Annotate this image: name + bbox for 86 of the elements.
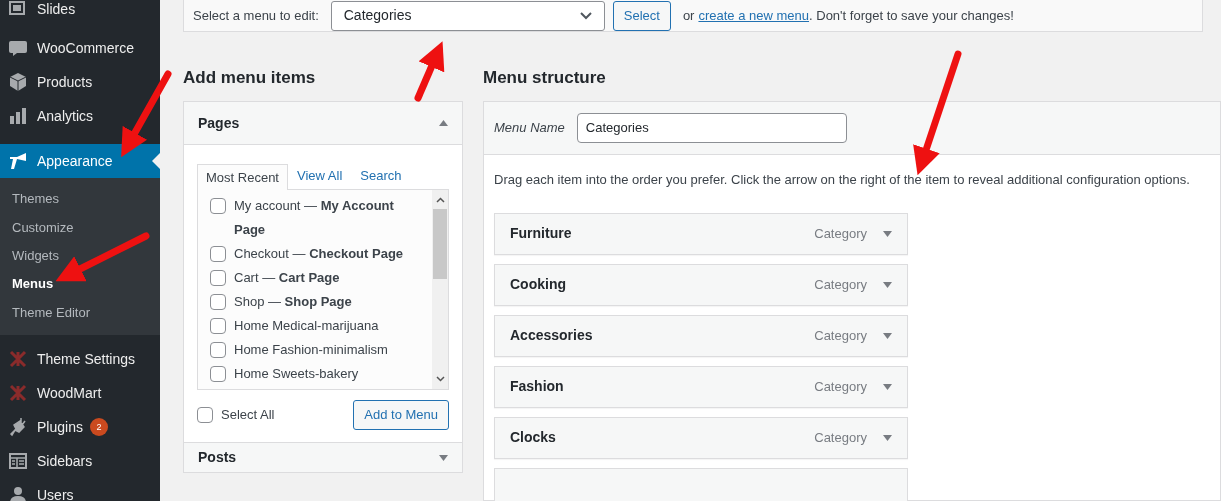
create-menu-link[interactable]: create a new menu xyxy=(698,5,810,26)
page-label: Home Medical-marijuana xyxy=(234,317,379,335)
page-label: Home Sweets-bakery xyxy=(234,365,359,383)
panel-title: Posts xyxy=(198,448,237,467)
page-label: Home Fashion-minimalism xyxy=(234,341,388,359)
menu-item[interactable]: Furniture Category xyxy=(494,212,908,255)
menu-item-type: Category xyxy=(814,377,867,396)
chevron-down-icon xyxy=(579,11,592,20)
expand-arrow-icon[interactable] xyxy=(883,434,892,441)
menu-item-title: Cooking xyxy=(510,275,567,294)
layout-icon xyxy=(8,451,28,472)
scroll-down-icon[interactable] xyxy=(435,376,445,382)
page-label: Shop — Shop Page xyxy=(234,293,352,311)
checkbox[interactable] xyxy=(210,198,226,214)
scroll-thumb[interactable] xyxy=(433,209,447,279)
menu-item-type: Category xyxy=(814,428,867,447)
field-label: Menu Name xyxy=(494,119,565,138)
checkbox[interactable] xyxy=(197,407,213,423)
sidebar-item[interactable]: Theme Settings xyxy=(0,342,160,377)
collapse-icon[interactable] xyxy=(439,120,448,126)
menu-item[interactable]: Accessories Category xyxy=(494,314,908,357)
menu-item-title: Furniture xyxy=(510,224,573,243)
menu-item[interactable]: Fashion Category xyxy=(494,365,908,408)
submenu-item[interactable]: Themes xyxy=(0,185,160,214)
sidebar-item[interactable]: Users xyxy=(0,478,160,501)
sidebar-item[interactable]: Products xyxy=(0,65,160,99)
expand-arrow-icon[interactable] xyxy=(883,332,892,339)
submenu-item[interactable]: Menus xyxy=(0,269,160,299)
tab[interactable]: Most Recent xyxy=(197,164,288,190)
sidebar-item[interactable]: Slides xyxy=(0,0,160,26)
section-heading: Add menu items xyxy=(183,67,317,87)
menu-item-title: Accessories xyxy=(510,326,594,345)
add-to-menu-button[interactable]: Add to Menu xyxy=(353,400,449,430)
paintbrush-icon xyxy=(8,151,28,171)
bar-chart-icon xyxy=(8,106,28,126)
box-icon xyxy=(8,72,28,92)
section-heading: Menu structure xyxy=(483,67,607,87)
submenu-item[interactable]: Theme Editor xyxy=(0,298,160,327)
menu-item-title: Fashion xyxy=(510,377,565,396)
menu-item-type: Category xyxy=(814,275,867,294)
expand-arrow-icon[interactable] xyxy=(883,383,892,390)
speech-bubble-icon xyxy=(8,38,28,58)
user-icon xyxy=(8,485,28,501)
page-label: Checkout — Checkout Page xyxy=(234,245,404,263)
menu-name-field[interactable]: Categories xyxy=(576,113,847,143)
submenu-item[interactable]: Customize xyxy=(0,213,160,242)
panel-title: Pages xyxy=(198,113,240,133)
note-text: . Don't forget to save your changes! xyxy=(809,6,1014,25)
checkbox[interactable] xyxy=(210,318,226,334)
sidebar-item[interactable]: Sidebars xyxy=(0,444,160,479)
menu-item[interactable]: Cooking Category xyxy=(494,263,908,306)
select-button[interactable]: Select xyxy=(612,0,671,31)
expand-arrow-icon[interactable] xyxy=(883,230,892,237)
tab[interactable]: View All xyxy=(288,163,352,189)
checkbox-label: Select All xyxy=(221,406,275,425)
checkbox[interactable] xyxy=(210,366,226,382)
scroll-up-icon[interactable] xyxy=(435,197,445,203)
menu-item[interactable]: Clocks Category xyxy=(494,416,908,459)
menu-item-type: Category xyxy=(814,326,867,345)
cross-icon xyxy=(8,349,28,370)
sidebar-item[interactable]: WooCommerce xyxy=(0,31,160,65)
select-label: Select a menu to edit: xyxy=(193,6,319,25)
menu-dropdown[interactable]: Categories xyxy=(330,0,605,31)
menu-item-title: Clocks xyxy=(510,428,557,447)
sidebar-item[interactable]: Analytics xyxy=(0,99,160,133)
checkbox[interactable] xyxy=(210,246,226,262)
page-label: My account — My Account Page xyxy=(234,197,395,239)
checkbox[interactable] xyxy=(210,294,226,310)
checkbox[interactable] xyxy=(210,342,226,358)
sidebar-item[interactable]: WoodMart xyxy=(0,376,160,411)
expand-arrow-icon[interactable] xyxy=(883,281,892,288)
menu-item-type: Category xyxy=(814,224,867,243)
collapse-icon[interactable] xyxy=(439,454,448,461)
plug-icon xyxy=(8,417,28,438)
sidebar-item[interactable]: Plugins 2 xyxy=(0,410,160,445)
instructions-text: Drag each item into the order you prefer. Click the arrow on the right of the item to reveal additional configuration options. xyxy=(493,171,1191,189)
submenu-item[interactable]: Widgets xyxy=(0,241,160,270)
count-badge: 2 xyxy=(89,418,108,437)
current-pointer xyxy=(152,153,160,169)
checkbox[interactable] xyxy=(210,270,226,286)
scrollbar[interactable] xyxy=(432,190,448,389)
cross-icon xyxy=(8,383,28,404)
page-label: Cart — Cart Page xyxy=(234,269,340,287)
note-text: or xyxy=(682,6,695,25)
sidebar-item[interactable]: Appearance xyxy=(0,144,160,178)
tab[interactable]: Search xyxy=(351,163,411,189)
